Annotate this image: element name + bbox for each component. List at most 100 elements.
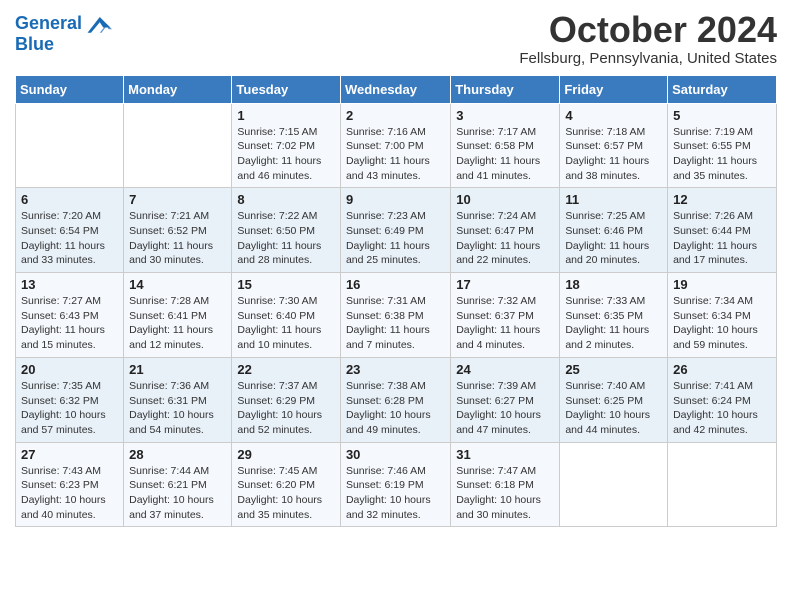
week-row-1: 1 Sunrise: 7:15 AM Sunset: 7:02 PM Daylig… (16, 103, 777, 188)
week-row-2: 6Sunrise: 7:20 AM Sunset: 6:54 PM Daylig… (16, 188, 777, 273)
calendar-cell: 2 Sunrise: 7:16 AM Sunset: 7:00 PM Daylig… (340, 103, 450, 188)
day-number: 24 (456, 362, 554, 377)
day-number: 4 (565, 108, 662, 123)
day-info: Sunrise: 7:33 AM Sunset: 6:35 PM Dayligh… (565, 294, 662, 353)
calendar-cell (560, 442, 668, 527)
day-number: 15 (237, 277, 335, 292)
header: General Blue October 2024 Fellsburg, Pen… (15, 10, 777, 67)
day-info: Sunrise: 7:45 AM Sunset: 6:20 PM Dayligh… (237, 464, 335, 523)
day-info: Sunrise: 7:41 AM Sunset: 6:24 PM Dayligh… (673, 379, 771, 438)
day-number: 16 (346, 277, 445, 292)
calendar-cell: 19 Sunrise: 7:34 AM Sunset: 6:34 PM Dayli… (668, 273, 777, 358)
day-info: Sunrise: 7:37 AM Sunset: 6:29 PM Dayligh… (237, 379, 335, 438)
calendar-cell: 1 Sunrise: 7:15 AM Sunset: 7:02 PM Daylig… (232, 103, 341, 188)
day-number: 7 (129, 192, 226, 207)
calendar-cell: 5Sunrise: 7:19 AM Sunset: 6:55 PM Daylig… (668, 103, 777, 188)
day-number: 21 (129, 362, 226, 377)
day-info: Sunrise: 7:28 AM Sunset: 6:41 PM Dayligh… (129, 294, 226, 353)
calendar-cell: 16 Sunrise: 7:31 AM Sunset: 6:38 PM Dayli… (340, 273, 450, 358)
calendar-cell: 6Sunrise: 7:20 AM Sunset: 6:54 PM Daylig… (16, 188, 124, 273)
day-number: 5 (673, 108, 771, 123)
calendar-cell: 30 Sunrise: 7:46 AM Sunset: 6:19 PM Dayli… (340, 442, 450, 527)
calendar-cell: 20 Sunrise: 7:35 AM Sunset: 6:32 PM Dayli… (16, 357, 124, 442)
day-info: Sunrise: 7:34 AM Sunset: 6:34 PM Dayligh… (673, 294, 771, 353)
logo-icon (84, 10, 112, 38)
day-info: Sunrise: 7:23 AM Sunset: 6:49 PM Dayligh… (346, 209, 445, 268)
calendar-cell: 31 Sunrise: 7:47 AM Sunset: 6:18 PM Dayli… (451, 442, 560, 527)
logo-text: General (15, 14, 82, 34)
calendar-cell: 4 Sunrise: 7:18 AM Sunset: 6:57 PM Daylig… (560, 103, 668, 188)
day-number: 9 (346, 192, 445, 207)
calendar-cell: 8 Sunrise: 7:22 AM Sunset: 6:50 PM Daylig… (232, 188, 341, 273)
day-number: 29 (237, 447, 335, 462)
day-number: 12 (673, 192, 771, 207)
calendar-cell: 26 Sunrise: 7:41 AM Sunset: 6:24 PM Dayli… (668, 357, 777, 442)
day-header-wednesday: Wednesday (340, 75, 450, 103)
calendar-cell: 28 Sunrise: 7:44 AM Sunset: 6:21 PM Dayli… (124, 442, 232, 527)
page: General Blue October 2024 Fellsburg, Pen… (0, 0, 792, 542)
day-info: Sunrise: 7:36 AM Sunset: 6:31 PM Dayligh… (129, 379, 226, 438)
day-info: Sunrise: 7:35 AM Sunset: 6:32 PM Dayligh… (21, 379, 118, 438)
day-info: Sunrise: 7:40 AM Sunset: 6:25 PM Dayligh… (565, 379, 662, 438)
day-number: 23 (346, 362, 445, 377)
day-number: 13 (21, 277, 118, 292)
day-info: Sunrise: 7:17 AM Sunset: 6:58 PM Dayligh… (456, 125, 554, 184)
day-number: 6 (21, 192, 118, 207)
day-info: Sunrise: 7:21 AM Sunset: 6:52 PM Dayligh… (129, 209, 226, 268)
location: Fellsburg, Pennsylvania, United States (519, 50, 777, 67)
day-header-sunday: Sunday (16, 75, 124, 103)
day-info: Sunrise: 7:24 AM Sunset: 6:47 PM Dayligh… (456, 209, 554, 268)
day-number: 3 (456, 108, 554, 123)
month-title: October 2024 (519, 10, 777, 50)
calendar-cell: 17Sunrise: 7:32 AM Sunset: 6:37 PM Dayli… (451, 273, 560, 358)
calendar-cell: 9 Sunrise: 7:23 AM Sunset: 6:49 PM Daylig… (340, 188, 450, 273)
day-info: Sunrise: 7:26 AM Sunset: 6:44 PM Dayligh… (673, 209, 771, 268)
day-info: Sunrise: 7:22 AM Sunset: 6:50 PM Dayligh… (237, 209, 335, 268)
day-number: 30 (346, 447, 445, 462)
calendar-cell: 10 Sunrise: 7:24 AM Sunset: 6:47 PM Dayli… (451, 188, 560, 273)
day-info: Sunrise: 7:18 AM Sunset: 6:57 PM Dayligh… (565, 125, 662, 184)
day-number: 22 (237, 362, 335, 377)
calendar-cell (16, 103, 124, 188)
calendar-cell: 7 Sunrise: 7:21 AM Sunset: 6:52 PM Daylig… (124, 188, 232, 273)
calendar-cell (668, 442, 777, 527)
day-number: 25 (565, 362, 662, 377)
week-row-5: 27 Sunrise: 7:43 AM Sunset: 6:23 PM Dayli… (16, 442, 777, 527)
day-number: 26 (673, 362, 771, 377)
day-number: 1 (237, 108, 335, 123)
day-number: 11 (565, 192, 662, 207)
calendar-cell: 14Sunrise: 7:28 AM Sunset: 6:41 PM Dayli… (124, 273, 232, 358)
day-info: Sunrise: 7:15 AM Sunset: 7:02 PM Dayligh… (237, 125, 335, 184)
title-block: October 2024 Fellsburg, Pennsylvania, Un… (519, 10, 777, 67)
day-info: Sunrise: 7:44 AM Sunset: 6:21 PM Dayligh… (129, 464, 226, 523)
week-row-3: 13 Sunrise: 7:27 AM Sunset: 6:43 PM Dayli… (16, 273, 777, 358)
day-number: 31 (456, 447, 554, 462)
day-info: Sunrise: 7:46 AM Sunset: 6:19 PM Dayligh… (346, 464, 445, 523)
calendar-cell: 24Sunrise: 7:39 AM Sunset: 6:27 PM Dayli… (451, 357, 560, 442)
day-number: 2 (346, 108, 445, 123)
day-number: 28 (129, 447, 226, 462)
day-info: Sunrise: 7:27 AM Sunset: 6:43 PM Dayligh… (21, 294, 118, 353)
logo: General Blue (15, 10, 112, 55)
day-number: 10 (456, 192, 554, 207)
day-info: Sunrise: 7:47 AM Sunset: 6:18 PM Dayligh… (456, 464, 554, 523)
day-number: 17 (456, 277, 554, 292)
calendar-cell (124, 103, 232, 188)
day-number: 27 (21, 447, 118, 462)
calendar-cell: 18 Sunrise: 7:33 AM Sunset: 6:35 PM Dayli… (560, 273, 668, 358)
day-info: Sunrise: 7:31 AM Sunset: 6:38 PM Dayligh… (346, 294, 445, 353)
day-number: 20 (21, 362, 118, 377)
day-number: 19 (673, 277, 771, 292)
day-info: Sunrise: 7:43 AM Sunset: 6:23 PM Dayligh… (21, 464, 118, 523)
week-row-4: 20 Sunrise: 7:35 AM Sunset: 6:32 PM Dayli… (16, 357, 777, 442)
day-header-friday: Friday (560, 75, 668, 103)
day-header-saturday: Saturday (668, 75, 777, 103)
calendar-cell: 12 Sunrise: 7:26 AM Sunset: 6:44 PM Dayli… (668, 188, 777, 273)
day-header-monday: Monday (124, 75, 232, 103)
day-number: 18 (565, 277, 662, 292)
calendar-cell: 15Sunrise: 7:30 AM Sunset: 6:40 PM Dayli… (232, 273, 341, 358)
day-info: Sunrise: 7:16 AM Sunset: 7:00 PM Dayligh… (346, 125, 445, 184)
day-number: 8 (237, 192, 335, 207)
day-header-thursday: Thursday (451, 75, 560, 103)
day-info: Sunrise: 7:38 AM Sunset: 6:28 PM Dayligh… (346, 379, 445, 438)
